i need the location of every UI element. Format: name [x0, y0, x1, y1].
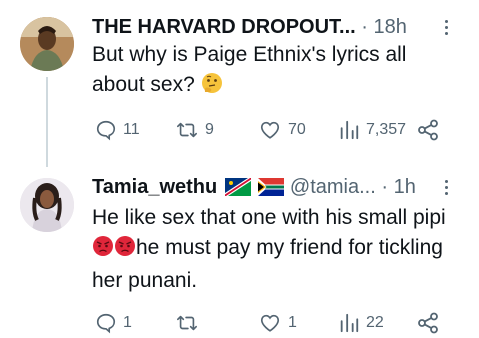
thinking-face-icon	[201, 72, 223, 103]
share-button[interactable]	[416, 115, 440, 145]
tweet-header: THE HARVARD DROPOUT... · 18h	[92, 13, 465, 41]
like-button[interactable]: 70	[258, 115, 306, 145]
heart-icon	[260, 314, 280, 332]
views-count: 22	[366, 314, 384, 331]
angry-face-icon	[92, 235, 136, 266]
tweet-text: He like sex that one with his small pipi…	[92, 203, 462, 296]
views-icon	[340, 120, 359, 140]
reply-button[interactable]: 1	[95, 308, 132, 338]
tweet-actions: 1 1 22	[95, 308, 449, 338]
more-options-icon[interactable]	[441, 13, 451, 41]
tweet-text-rest: he must pay my friend for tickling her p…	[92, 236, 443, 292]
reply-icon	[96, 120, 116, 141]
timestamp[interactable]: 1h	[394, 176, 416, 198]
timestamp[interactable]: 18h	[374, 16, 407, 38]
share-icon	[418, 119, 438, 141]
avatar[interactable]	[20, 178, 74, 232]
more-options-icon[interactable]	[441, 173, 451, 201]
views-count: 7,357	[366, 121, 407, 138]
display-name[interactable]: THE HARVARD DROPOUT...	[92, 16, 356, 38]
separator: ·	[361, 16, 368, 38]
tweet[interactable]: Tamia_wethu @tamia... · 1h He like sex t…	[0, 160, 479, 337]
tweet-header: Tamia_wethu @tamia... · 1h	[92, 173, 465, 201]
avatar[interactable]	[20, 17, 74, 71]
reply-count: 1	[123, 314, 132, 331]
share-button[interactable]	[416, 308, 440, 338]
tweet-actions: 11 9 70 7,357	[95, 115, 449, 145]
share-icon	[418, 312, 438, 334]
like-button[interactable]: 1	[258, 308, 297, 338]
like-count: 70	[288, 121, 306, 138]
handle[interactable]: @tamia...	[290, 176, 376, 198]
separator: ·	[381, 176, 389, 198]
tweet[interactable]: THE HARVARD DROPOUT... · 18h But why is …	[0, 0, 479, 167]
tweet-text-content: But why is Paige Ethnix's lyrics all abo…	[92, 43, 407, 96]
reply-button[interactable]: 11	[95, 115, 140, 145]
reply-count: 11	[123, 121, 140, 138]
heart-icon	[260, 121, 280, 139]
views-button[interactable]: 7,357	[338, 115, 406, 145]
retweet-icon	[177, 122, 197, 138]
retweet-button[interactable]: 9	[175, 115, 214, 145]
display-name[interactable]: Tamia_wethu	[92, 176, 217, 198]
tweet-text: But why is Paige Ethnix's lyrics all abo…	[92, 40, 462, 103]
retweet-icon	[177, 315, 197, 331]
south-africa-flag-icon	[258, 176, 285, 196]
tweet-text-line1: He like sex that one with his small pipi	[92, 206, 446, 229]
thread-line	[46, 77, 48, 167]
like-count: 1	[288, 314, 297, 331]
namibia-flag-icon	[224, 176, 251, 196]
retweet-count: 9	[205, 121, 214, 138]
views-button[interactable]: 22	[338, 308, 384, 338]
reply-icon	[96, 313, 116, 334]
retweet-button[interactable]	[175, 308, 205, 338]
views-icon	[340, 313, 359, 333]
